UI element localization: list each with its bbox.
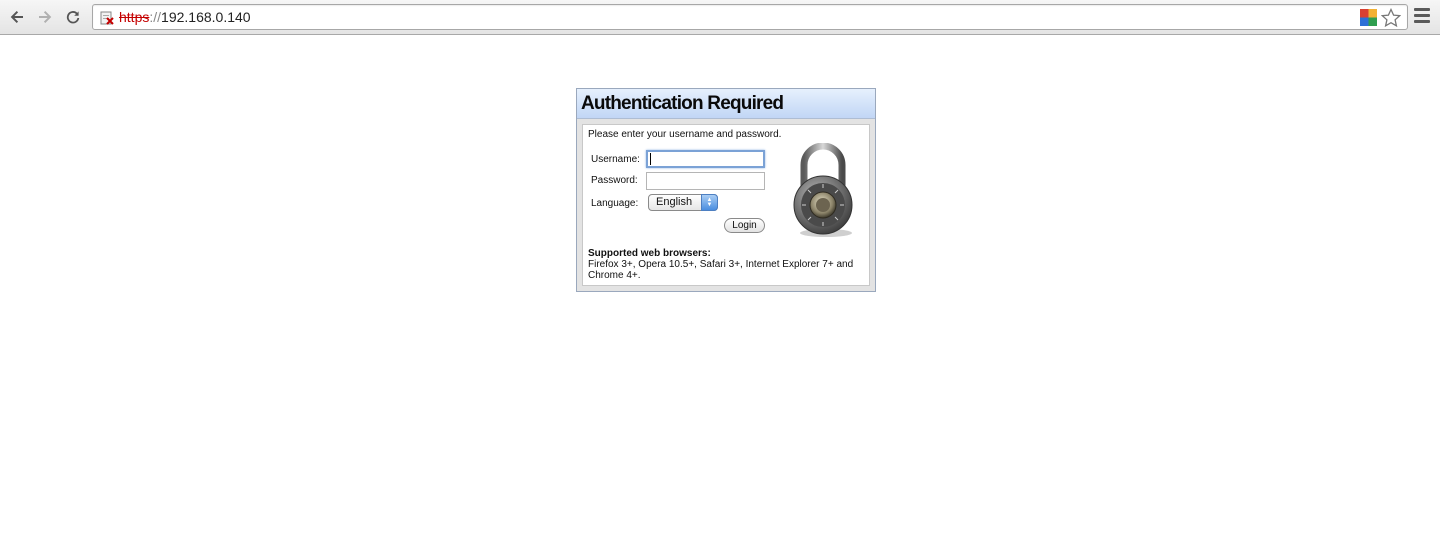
browser-menu-button[interactable] bbox=[1414, 8, 1430, 26]
forward-button[interactable] bbox=[34, 6, 56, 28]
supported-browsers-title: Supported web browsers: bbox=[588, 248, 711, 259]
reload-button[interactable] bbox=[62, 6, 84, 28]
username-label: Username: bbox=[591, 154, 640, 165]
language-selected-value: English bbox=[656, 196, 693, 208]
password-field[interactable] bbox=[646, 172, 765, 190]
username-field[interactable] bbox=[646, 150, 765, 168]
hamburger-menu-icon bbox=[1414, 8, 1430, 11]
star-icon[interactable] bbox=[1381, 8, 1401, 28]
page-title: Authentication Required bbox=[581, 93, 784, 114]
select-arrows-icon: ▲ ▼ bbox=[701, 194, 718, 211]
extension-icon[interactable] bbox=[1360, 9, 1377, 26]
authentication-dialog: Authentication Required Please enter you… bbox=[576, 88, 876, 292]
broken-lock-icon[interactable] bbox=[99, 10, 115, 26]
url-separator: :// bbox=[149, 9, 162, 25]
url-scheme: https bbox=[119, 9, 150, 25]
url-host: 192.168.0.140 bbox=[161, 9, 251, 25]
back-button[interactable] bbox=[6, 6, 28, 28]
language-select[interactable]: English ▲ ▼ bbox=[648, 194, 718, 211]
browser-toolbar: https://192.168.0.140 bbox=[0, 0, 1440, 35]
login-button[interactable]: Login bbox=[724, 218, 765, 233]
login-prompt: Please enter your username and password. bbox=[588, 129, 782, 140]
url-text: https://192.168.0.140 bbox=[119, 9, 251, 25]
arrow-left-icon bbox=[10, 11, 23, 23]
reload-icon bbox=[66, 11, 80, 24]
address-bar[interactable]: https://192.168.0.140 bbox=[92, 4, 1408, 30]
login-form: Please enter your username and password.… bbox=[582, 124, 870, 286]
arrow-right-icon bbox=[39, 11, 52, 23]
language-label: Language: bbox=[591, 198, 639, 209]
padlock-icon bbox=[793, 143, 853, 237]
supported-browsers-text: Firefox 3+, Opera 10.5+, Safari 3+, Inte… bbox=[588, 259, 854, 281]
text-cursor bbox=[650, 153, 651, 165]
password-label: Password: bbox=[591, 175, 638, 186]
dialog-header: Authentication Required bbox=[577, 89, 875, 119]
